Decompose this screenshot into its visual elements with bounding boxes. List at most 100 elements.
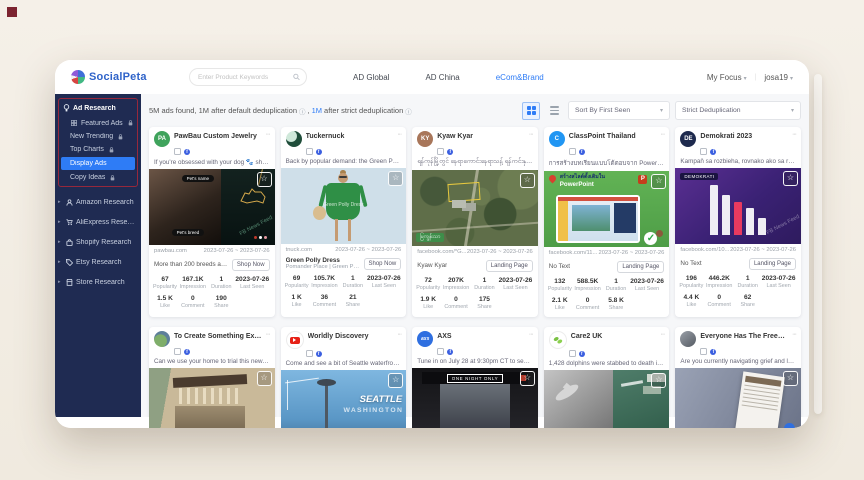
ad-card-classpoint[interactable]: C ClassPoint Thailand ··· f การสร้างบทเร… <box>544 127 670 317</box>
grid-view-button[interactable] <box>522 102 540 120</box>
nav-ecom-brand[interactable]: eCom&Brand <box>496 73 544 82</box>
card-menu-icon[interactable]: ··· <box>266 331 270 338</box>
results-toolbar: 5M ads found, 1M after default deduplica… <box>149 101 801 120</box>
card-menu-icon[interactable]: ··· <box>266 131 270 138</box>
favorite-star-icon[interactable]: ☆ <box>257 371 272 386</box>
favorite-star-icon[interactable]: ☆ <box>257 172 272 187</box>
facebook-icon: f <box>184 149 190 155</box>
ad-card-freedom[interactable]: Everyone Has The Freedom To... ··· f Are… <box>675 327 801 428</box>
ad-image[interactable]: Pet's name Pet's breed FB News Feed ☆ <box>149 169 275 245</box>
sidebar-item-amazon-research[interactable]: ▸ Amazon Research <box>55 192 141 212</box>
strict-dedup-count[interactable]: 1M <box>312 106 322 115</box>
list-view-button[interactable] <box>545 102 563 120</box>
sidebar: Ad Research Featured Ads New Trending <box>55 94 141 417</box>
ad-image[interactable]: ☆ <box>675 368 801 428</box>
card-menu-icon[interactable]: ··· <box>792 331 796 338</box>
ad-domain[interactable]: tnuck.com <box>286 247 312 253</box>
favorite-star-icon[interactable]: ☆ <box>783 371 798 386</box>
ad-card-tuckernuck[interactable]: Tuckernuck ··· f Back by popular demand:… <box>281 127 407 317</box>
nav-ad-china[interactable]: AD China <box>425 73 459 82</box>
dedup-dropdown[interactable]: Strict Deduplication ▾ <box>675 101 801 120</box>
stat-share: 5.8 KShare <box>603 297 628 311</box>
ad-domain[interactable]: facebook.com/*G... <box>417 249 466 255</box>
summary-text: 5M ads found, 1M after default deduplica… <box>149 106 297 115</box>
username-label: josa19 <box>764 73 788 82</box>
sidebar-item-new-trending[interactable]: New Trending <box>59 130 137 143</box>
ad-card-pawbau[interactable]: PA PawBau Custom Jewelry ··· f If you're… <box>149 127 275 317</box>
sidebar-item-shopify-research[interactable]: ▸ Shopify Research <box>55 232 141 252</box>
advertiser-name[interactable]: To Create Something Exceptio... <box>174 331 262 341</box>
ad-image[interactable]: မြကျွန်းသာ ☆ <box>412 170 538 246</box>
card-menu-icon[interactable]: ··· <box>660 131 664 138</box>
card-menu-icon[interactable]: ··· <box>529 131 533 138</box>
card-menu-icon[interactable]: ··· <box>660 331 664 338</box>
scrollbar[interactable] <box>814 74 822 414</box>
sidebar-item-aliexpress-research[interactable]: ▸ AliExpress Research <box>55 212 141 232</box>
sidebar-item-store-research[interactable]: ▸ Store Research <box>55 272 141 292</box>
ad-domain[interactable]: pawbau.com <box>154 248 187 254</box>
search-box[interactable] <box>189 68 307 86</box>
sidebar-item-featured-ads[interactable]: Featured Ads <box>59 116 137 130</box>
advertiser-name[interactable]: Care2 UK <box>571 331 657 341</box>
shop-now-button[interactable]: Shop Now <box>232 259 270 271</box>
results-summary: 5M ads found, 1M after default deduplica… <box>149 106 412 116</box>
sidebar-item-display-ads[interactable]: Display Ads <box>61 157 135 170</box>
info-icon[interactable]: ⓘ <box>299 106 306 116</box>
instagram-icon <box>700 148 707 155</box>
advertiser-avatar: KY <box>417 131 433 147</box>
sidebar-item-ad-research[interactable]: Ad Research <box>59 100 137 116</box>
stat-last-seen: 2023-07-26Last Seen <box>760 275 797 289</box>
favorite-star-icon[interactable]: ☆ <box>651 174 666 189</box>
ad-image[interactable]: Green Polly Dress ☆ <box>281 168 407 244</box>
sort-dropdown[interactable]: Sort By First Seen ▾ <box>568 101 670 120</box>
user-menu[interactable]: josa19▾ <box>764 73 793 82</box>
card-menu-icon[interactable]: ··· <box>397 131 401 138</box>
advertiser-name[interactable]: AXS <box>437 331 525 341</box>
card-menu-icon[interactable]: ··· <box>397 331 401 338</box>
ad-card-demokrati[interactable]: DE Demokrati 2023 ··· f Kampaň sa rozbie… <box>675 127 801 317</box>
landing-page-button[interactable]: Landing Page <box>486 260 533 272</box>
favorite-star-icon[interactable]: ☆ <box>388 171 403 186</box>
landing-page-button[interactable]: Landing Page <box>749 258 796 270</box>
sidebar-item-copy-ideas[interactable]: Copy Ideas <box>59 171 137 184</box>
landing-page-button[interactable]: Landing Page <box>617 261 664 273</box>
favorite-star-icon[interactable]: ☆ <box>651 373 666 388</box>
advertiser-name[interactable]: Demokrati 2023 <box>700 131 788 141</box>
favorite-star-icon[interactable]: ☆ <box>388 373 403 388</box>
ad-card-care2[interactable]: Care2 UK ··· f 1,428 dolphins were stabb… <box>544 327 670 428</box>
sidebar-label: New Trending <box>70 133 113 140</box>
ad-image[interactable]: สร้างสไลด์ดั้งเดิมใน PowerPoint P ✓ ☆ <box>544 171 670 247</box>
advertiser-name[interactable]: PawBau Custom Jewelry <box>174 131 262 141</box>
stat-comment: 0Comment <box>177 295 209 309</box>
advertiser-name[interactable]: Kyaw Kyar <box>437 131 525 141</box>
sidebar-item-etsy-research[interactable]: ▸ Etsy Research <box>55 252 141 272</box>
advertiser-name[interactable]: Everyone Has The Freedom To... <box>700 331 788 341</box>
sidebar-item-top-charts[interactable]: Top Charts <box>59 143 137 156</box>
ad-image[interactable]: ONE NIGHT ONLY ☆ <box>412 368 538 428</box>
advertiser-name[interactable]: ClassPoint Thailand <box>569 131 657 141</box>
favorite-star-icon[interactable]: ☆ <box>783 171 798 186</box>
favorite-star-icon[interactable]: ☆ <box>520 371 535 386</box>
my-focus-menu[interactable]: My Focus▾ <box>707 73 747 82</box>
ad-image[interactable]: SEATTLE WASHINGTON ☆ <box>281 370 407 428</box>
nav-ad-global[interactable]: AD Global <box>353 73 389 82</box>
shop-now-button[interactable]: Shop Now <box>364 258 402 270</box>
favorite-star-icon[interactable]: ☆ <box>520 173 535 188</box>
ad-image[interactable]: ☆ <box>544 370 670 428</box>
search-input[interactable] <box>196 73 293 82</box>
card-menu-icon[interactable]: ··· <box>529 331 533 338</box>
lock-icon <box>109 147 114 153</box>
ad-domain[interactable]: facebook.com/10... <box>680 247 729 253</box>
socialpeta-logo[interactable]: SocialPeta <box>71 70 175 84</box>
ad-card-solar[interactable]: To Create Something Exceptio... ··· f Ca… <box>149 327 275 428</box>
advertiser-name[interactable]: Worldly Discovery <box>308 331 394 341</box>
info-icon[interactable]: ⓘ <box>405 106 412 116</box>
ad-image[interactable]: DEMOKRATI FB News Feed ☆ <box>675 168 801 244</box>
ad-image[interactable]: ☆ <box>149 368 275 428</box>
ad-domain[interactable]: facebook.com/11... <box>549 250 598 256</box>
ad-card-axs[interactable]: axs AXS ··· f Tune in on July 28 at 9:30… <box>412 327 538 428</box>
ad-card-kyaw-kyar[interactable]: KY Kyaw Kyar ··· f ရန်ကုန်မြို့တွင် နေရာ… <box>412 127 538 317</box>
card-menu-icon[interactable]: ··· <box>792 131 796 138</box>
advertiser-name[interactable]: Tuckernuck <box>306 131 394 141</box>
ad-card-worldly-discovery[interactable]: Worldly Discovery ··· f Come and see a b… <box>281 327 407 428</box>
